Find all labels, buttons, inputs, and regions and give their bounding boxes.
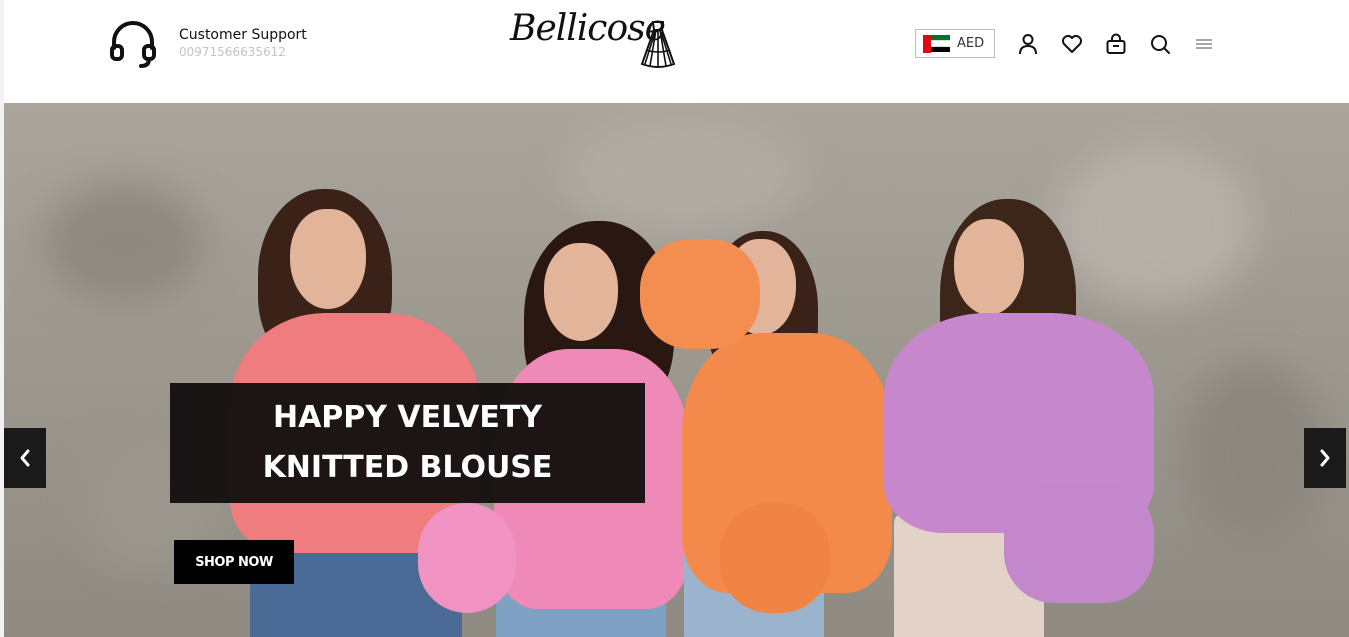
slide-caption: HAPPY VELVETY KNITTED BLOUSE [170, 383, 645, 503]
account-icon[interactable] [1016, 32, 1040, 56]
customer-support[interactable]: Customer Support 00971566635612 [108, 18, 307, 68]
menu-icon[interactable] [1192, 32, 1216, 56]
wall-texture [44, 183, 204, 303]
hero-slider: HAPPY VELVETY KNITTED BLOUSE SHOP NOW [4, 103, 1349, 637]
cart-bag-icon[interactable] [1104, 32, 1128, 56]
wishlist-heart-icon[interactable] [1060, 32, 1084, 56]
headphones-icon [110, 21, 156, 68]
slide-title: HAPPY VELVETY KNITTED BLOUSE [262, 400, 553, 485]
support-phone[interactable]: 00971566635612 [179, 44, 307, 60]
search-icon[interactable] [1148, 32, 1172, 56]
dress-icon [640, 21, 676, 68]
currency-selector[interactable]: AED [915, 29, 995, 58]
support-title: Customer Support [179, 27, 307, 43]
site-header: Customer Support 00971566635612 Bellicos… [4, 0, 1349, 103]
prev-slide-button[interactable] [4, 428, 46, 488]
uae-flag-icon [923, 34, 950, 53]
page: Customer Support 00971566635612 Bellicos… [0, 0, 1349, 637]
next-slide-button[interactable] [1304, 428, 1346, 488]
chevron-right-icon [1320, 449, 1330, 467]
shop-now-button[interactable]: SHOP NOW [174, 540, 294, 584]
brand-logo[interactable]: Bellicose [510, 8, 678, 72]
chevron-left-icon [20, 449, 30, 467]
currency-code: AED [957, 36, 985, 51]
